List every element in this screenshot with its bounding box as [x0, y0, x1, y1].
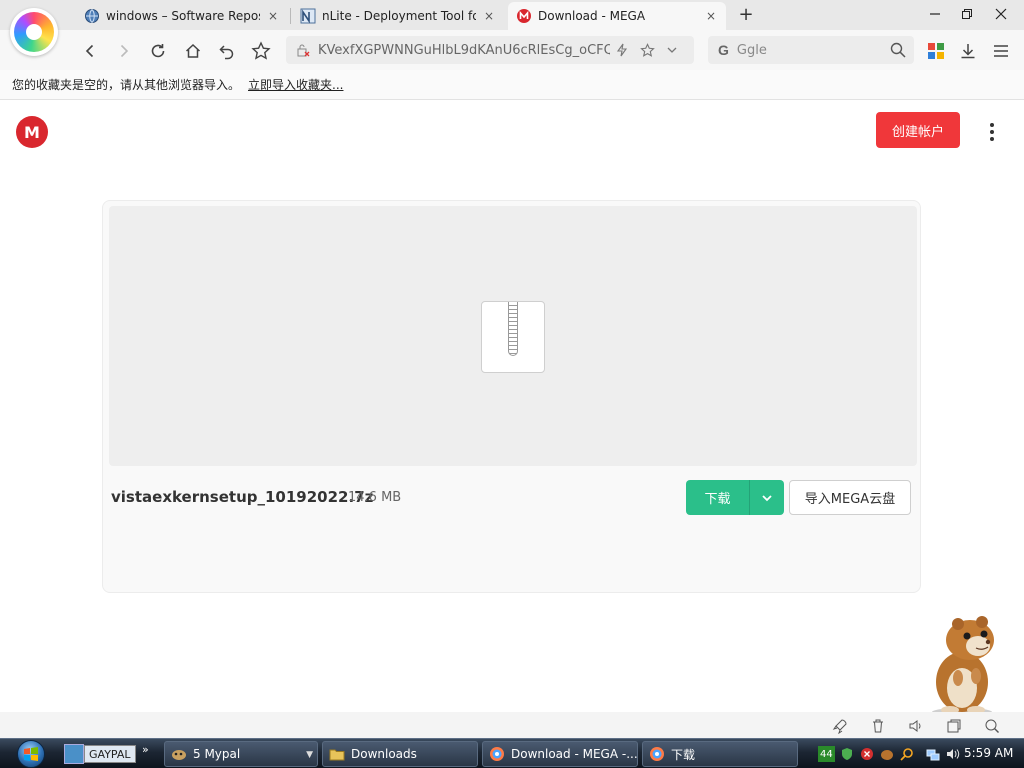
- chevron-down-icon[interactable]: [664, 42, 680, 58]
- import-to-cloud-button[interactable]: 导入MEGA云盘: [789, 480, 911, 515]
- downloads-icon[interactable]: [956, 39, 980, 63]
- back-button[interactable]: [78, 39, 102, 63]
- tab-title: windows – Software Repositor: [106, 9, 260, 23]
- zipper-icon: [508, 302, 518, 356]
- forward-button[interactable]: [112, 39, 136, 63]
- download-label[interactable]: 下载: [686, 480, 750, 515]
- taskbar-button-label: Download - MEGA -...: [511, 747, 637, 761]
- taskbar-button-download-dialog[interactable]: 下载: [642, 741, 798, 767]
- tab-title: Download - MEGA: [538, 9, 646, 23]
- windows-taskbar: GAYPAL » 5 Mypal ▼ Downloads Download - …: [0, 738, 1024, 768]
- download-button[interactable]: 下载: [686, 480, 784, 515]
- trash-icon[interactable]: [870, 718, 886, 734]
- taskbar-button-label: 下载: [671, 747, 696, 762]
- create-account-button[interactable]: 创建帐户: [876, 112, 960, 148]
- volume-icon[interactable]: [945, 746, 961, 762]
- nlite-favicon-icon: [300, 8, 316, 24]
- tab-bar: windows – Software Repositor × nLite - D…: [0, 0, 1024, 30]
- file-size: 14.6 MB: [348, 490, 402, 505]
- quick-launch-overflow-icon[interactable]: »: [142, 743, 149, 756]
- extensions-grid-icon[interactable]: [924, 39, 948, 63]
- bookmark-star-button[interactable]: [249, 39, 273, 63]
- mypal-icon: [171, 746, 187, 762]
- tab-close-icon[interactable]: ×: [704, 9, 718, 23]
- tab-close-icon[interactable]: ×: [482, 9, 496, 23]
- file-name: vistaexkernsetup_10192022.7z: [111, 488, 374, 506]
- speaker-icon[interactable]: [908, 718, 924, 734]
- undo-close-tab-button[interactable]: [215, 39, 239, 63]
- import-bookmarks-link[interactable]: 立即导入收藏夹...: [248, 76, 343, 93]
- status-toolbar: [0, 712, 1024, 740]
- security-alert-icon[interactable]: [859, 746, 875, 762]
- lightning-icon[interactable]: [614, 42, 630, 58]
- more-options-icon[interactable]: [982, 118, 1002, 146]
- tray-badge[interactable]: 44: [818, 746, 835, 762]
- system-clock[interactable]: 5:59 AM: [964, 746, 1013, 760]
- network-icon[interactable]: [925, 746, 941, 762]
- taskbar-button-downloads[interactable]: Downloads: [322, 741, 478, 767]
- menu-icon[interactable]: [989, 39, 1013, 63]
- minimize-icon[interactable]: [920, 4, 950, 26]
- search-input[interactable]: G Ggle: [708, 36, 914, 64]
- tab-download-mega[interactable]: Download - MEGA ×: [508, 2, 726, 30]
- hamster-tray-icon[interactable]: [879, 746, 895, 762]
- quick-launch-label[interactable]: GAYPAL: [84, 745, 136, 763]
- new-tab-button[interactable]: +: [736, 4, 756, 26]
- windows-logo-icon: [17, 740, 45, 768]
- tab-divider: [290, 8, 291, 24]
- home-button[interactable]: [181, 39, 205, 63]
- taskbar-button-label: 5 Mypal: [193, 747, 241, 761]
- taskbar-button-label: Downloads: [351, 747, 417, 761]
- dropdown-arrow-icon: ▼: [306, 750, 313, 760]
- browser-logo[interactable]: [10, 8, 58, 56]
- search-engine-icon: G: [718, 42, 729, 58]
- star-icon[interactable]: [639, 42, 655, 58]
- reload-button[interactable]: [146, 39, 170, 63]
- search-placeholder: Ggle: [736, 42, 767, 58]
- file-download-card: vistaexkernsetup_10192022.7z 14.6 MB 下载 …: [102, 200, 921, 593]
- mega-logo[interactable]: M: [16, 116, 48, 148]
- taskbar-button-download-mega[interactable]: Download - MEGA -...: [482, 741, 638, 767]
- bookmark-bar: 您的收藏夹是空的，请从其他浏览器导入。 立即导入收藏夹...: [0, 70, 1024, 100]
- tab-nlite[interactable]: nLite - Deployment Tool for th ×: [292, 2, 504, 30]
- zoom-icon[interactable]: [984, 718, 1000, 734]
- search-icon[interactable]: [890, 42, 906, 62]
- browser-icon: [489, 746, 505, 762]
- close-window-icon[interactable]: [986, 4, 1016, 26]
- mega-favicon-icon: [516, 8, 532, 24]
- network-shield-icon[interactable]: [839, 746, 855, 762]
- tab-title: nLite - Deployment Tool for th: [322, 9, 476, 23]
- quick-launch-app-icon[interactable]: [64, 744, 84, 764]
- file-preview-area: [109, 206, 917, 466]
- insecure-lock-icon[interactable]: [296, 43, 310, 57]
- chevron-down-icon[interactable]: [750, 480, 784, 515]
- navigation-bar: KVexfXGPWNNGuHlbL9dKAnU6cRlEsCg_oCFQ G G…: [0, 30, 1024, 70]
- browser-icon: [649, 746, 665, 762]
- rocket-icon[interactable]: [832, 718, 848, 734]
- folder-icon: [329, 746, 345, 762]
- zip-archive-icon: [481, 301, 545, 373]
- tab-close-icon[interactable]: ×: [266, 9, 280, 23]
- restore-icon[interactable]: [952, 4, 982, 26]
- tab-windows-software-repository[interactable]: windows – Software Repositor ×: [76, 2, 288, 30]
- hamster-mascot-image: [918, 612, 1008, 718]
- browser-logo-icon: [14, 12, 54, 52]
- window-icon[interactable]: [946, 718, 962, 734]
- url-text[interactable]: KVexfXGPWNNGuHlbL9dKAnU6cRlEsCg_oCFQ: [318, 43, 610, 58]
- search-tray-icon[interactable]: [899, 746, 915, 762]
- address-bar[interactable]: KVexfXGPWNNGuHlbL9dKAnU6cRlEsCg_oCFQ: [286, 36, 694, 64]
- globe-favicon-icon: [84, 8, 100, 24]
- taskbar-button-mypal[interactable]: 5 Mypal ▼: [164, 741, 318, 767]
- start-button[interactable]: [10, 740, 52, 768]
- bookmark-empty-message: 您的收藏夹是空的，请从其他浏览器导入。: [12, 78, 241, 92]
